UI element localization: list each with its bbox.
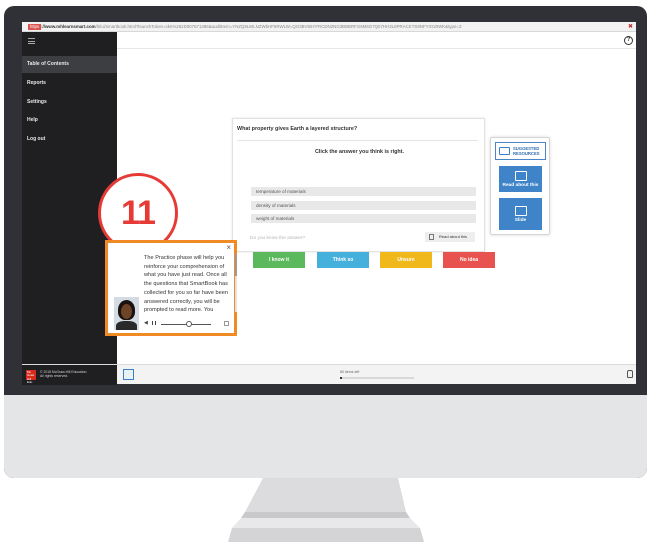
volume-icon[interactable]: ◀ (144, 320, 148, 326)
sidebar-item-help[interactable]: Help (22, 112, 117, 129)
https-indicator: https (28, 24, 42, 30)
monitor-chin (4, 395, 647, 478)
copyright-line-2: All rights reserved. (40, 374, 69, 379)
url-path: /lti/ui/smartbook.html?launchToken=skn%2… (95, 24, 462, 29)
read-about-this-button[interactable]: Read about this (425, 232, 475, 242)
sidebar-item-settings[interactable]: Settings (22, 94, 117, 111)
resources-header-line2: RESOURCES (513, 150, 540, 156)
tab-close-icon[interactable]: ✖ (628, 22, 633, 31)
sidebar-item-reports[interactable]: Reports (22, 75, 117, 92)
popup-scrollbar[interactable] (235, 254, 237, 312)
audio-progress-knob[interactable] (185, 321, 192, 327)
progress-bar (340, 377, 414, 379)
sidebar-item-log-out[interactable]: Log out (22, 131, 117, 148)
audio-player: ◀ (144, 320, 232, 328)
lock-icon[interactable] (627, 370, 633, 378)
read-about-this-label: Read about this (439, 234, 468, 239)
read-about-this-resource-button[interactable]: Read about this (499, 166, 542, 192)
read-about-this-resource-label: Read about this (502, 183, 539, 188)
slide-icon (514, 206, 527, 216)
narrator-avatar (114, 297, 139, 330)
unsure-button[interactable]: Unsure (380, 252, 432, 268)
sidebar-item-table-of-contents[interactable]: Table of Contents (22, 56, 117, 73)
footer-branding: Mc Graw Hill Edu © 2018 McGraw-Hill Educ… (22, 365, 117, 385)
copyright-line-1: © 2018 McGraw-Hill Education. (40, 370, 88, 374)
browser-address-bar[interactable]: https://www.mhlearnsmart.com/lti/ui/smar… (22, 22, 636, 32)
footer-bar: Mc Graw Hill Edu © 2018 McGraw-Hill Educ… (22, 364, 636, 385)
url-domain: ://www.mhlearnsmart.com (41, 24, 96, 29)
close-icon[interactable]: × (226, 244, 231, 252)
suggested-resources-header: SUGGESTED RESOURCES (495, 142, 546, 160)
popup-text: The Practice phase will help you reinfor… (144, 255, 228, 314)
i-know-it-button[interactable]: I know it (253, 252, 305, 268)
help-icon[interactable]: ? (624, 36, 633, 45)
think-so-button[interactable]: Think so (317, 252, 369, 268)
top-toolbar: ? (117, 32, 636, 49)
book-icon (514, 171, 527, 181)
footer: Mc Graw Hill Edu © 2018 McGraw-Hill Educ… (22, 364, 636, 385)
captions-icon[interactable] (224, 321, 229, 326)
slide-resource-button[interactable]: Slide (499, 198, 542, 230)
mcgraw-hill-logo: Mc Graw Hill Edu (26, 370, 36, 385)
no-idea-button[interactable]: No idea (443, 252, 495, 268)
copyright: © 2018 McGraw-Hill Education. All rights… (40, 370, 87, 379)
menu-icon[interactable] (28, 38, 35, 44)
book-icon (429, 234, 434, 240)
ebook-icon[interactable] (123, 369, 134, 380)
tutorial-popup: × The Practice phase will help you reinf… (105, 240, 237, 336)
items-left-label: 80 items left (340, 370, 360, 374)
progress-bar-fill (340, 377, 343, 379)
resources-icon (499, 147, 510, 155)
pause-icon[interactable] (152, 321, 156, 325)
question-card-overlay: Do you know the answer? Read about this … (232, 118, 495, 268)
slide-resource-label: Slide (514, 218, 527, 223)
know-answer-prompt: Do you know the answer? (250, 236, 306, 241)
suggested-resources-panel: SUGGESTED RESOURCES Read about this Slid… (490, 137, 550, 235)
